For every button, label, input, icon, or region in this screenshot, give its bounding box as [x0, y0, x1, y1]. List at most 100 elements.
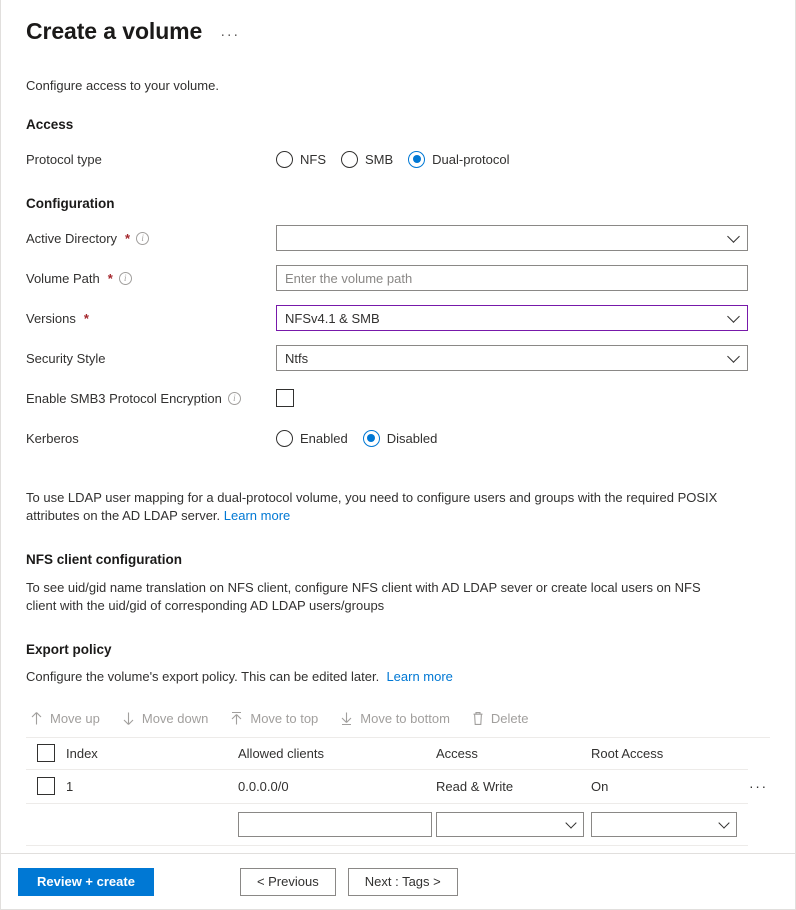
- protocol-type-radio-group: NFS SMB Dual-protocol: [276, 150, 510, 168]
- move-to-top-label: Move to top: [250, 710, 319, 726]
- versions-row: Versions * NFSv4.1 & SMB: [26, 305, 770, 331]
- arrow-down-icon: [122, 711, 135, 726]
- smb3-encryption-control: [276, 389, 770, 407]
- select-all-cell: [26, 744, 66, 762]
- page-title: Create a volume: [26, 18, 203, 44]
- arrow-to-bottom-icon: [340, 711, 353, 726]
- active-directory-label: Active Directory * i: [26, 231, 276, 246]
- versions-label: Versions *: [26, 311, 276, 326]
- column-header-root-access: Root Access: [591, 745, 664, 761]
- protocol-type-label-text: Protocol type: [26, 151, 102, 167]
- radio-mark-icon: [341, 150, 358, 168]
- radio-kerberos-enabled-label: Enabled: [300, 430, 348, 446]
- smb3-encryption-label-text: Enable SMB3 Protocol Encryption: [26, 390, 222, 406]
- column-header-allowed-clients: Allowed clients: [238, 745, 324, 761]
- configuration-section-title: Configuration: [26, 196, 115, 211]
- kerberos-label: Kerberos: [26, 431, 276, 446]
- cell-root-access: On: [591, 778, 609, 794]
- table-row[interactable]: 1 0.0.0.0/0 Read & Write On ···: [26, 770, 766, 804]
- export-policy-description: Configure the volume's export policy. Th…: [26, 668, 726, 686]
- info-icon[interactable]: i: [136, 231, 150, 245]
- security-style-value: Ntfs: [285, 350, 309, 366]
- kerberos-row: Kerberos Enabled Disabled: [26, 425, 770, 451]
- volume-path-placeholder: Enter the volume path: [285, 270, 413, 286]
- column-header-access: Access: [436, 745, 478, 761]
- required-asterisk: *: [125, 230, 131, 246]
- radio-protocol-nfs[interactable]: NFS: [276, 150, 326, 168]
- new-access-select[interactable]: [436, 811, 584, 837]
- radio-protocol-smb-label: SMB: [365, 151, 394, 167]
- blade-footer: Review + create < Previous Next : Tags >: [1, 853, 795, 909]
- cell-allowed-clients: 0.0.0.0/0: [238, 778, 289, 794]
- smb3-encryption-checkbox[interactable]: [276, 389, 294, 407]
- create-volume-blade: Create a volume ··· Configure access to …: [0, 0, 796, 910]
- delete-button[interactable]: Delete: [468, 707, 539, 730]
- new-root-access-select[interactable]: [591, 811, 737, 837]
- radio-kerberos-disabled[interactable]: Disabled: [362, 429, 437, 447]
- radio-kerberos-enabled[interactable]: Enabled: [276, 429, 348, 447]
- smb3-encryption-label: Enable SMB3 Protocol Encryption i: [26, 391, 276, 406]
- ldap-learn-more-link[interactable]: Learn more: [224, 508, 290, 523]
- table-header-row: Index Allowed clients Access Root Access: [26, 738, 748, 770]
- delete-label: Delete: [490, 710, 529, 726]
- required-asterisk: *: [107, 270, 113, 286]
- move-up-label: Move up: [50, 710, 100, 726]
- radio-mark-selected-icon: [362, 429, 380, 447]
- nfs-client-heading: NFS client configuration: [26, 552, 183, 567]
- security-style-label: Security Style: [26, 351, 276, 366]
- export-policy-table: Index Allowed clients Access Root Access…: [26, 738, 766, 846]
- blade-header: Create a volume ···: [1, 0, 795, 48]
- kerberos-control: Enabled Disabled: [276, 429, 770, 447]
- move-down-button[interactable]: Move down: [118, 707, 218, 730]
- versions-value: NFSv4.1 & SMB: [285, 310, 380, 326]
- more-options-icon[interactable]: ···: [218, 25, 242, 48]
- chevron-down-icon: [718, 817, 730, 829]
- versions-select[interactable]: NFSv4.1 & SMB: [276, 305, 748, 331]
- protocol-type-label: Protocol type: [26, 152, 276, 167]
- volume-path-label-text: Volume Path: [26, 270, 100, 286]
- move-to-bottom-button[interactable]: Move to bottom: [336, 707, 460, 730]
- active-directory-label-text: Active Directory: [26, 230, 118, 246]
- intro-text: Configure access to your volume.: [26, 78, 219, 93]
- blade-content: Configure access to your volume. Access …: [1, 48, 795, 853]
- move-down-label: Move down: [141, 710, 209, 726]
- row-select-checkbox[interactable]: [37, 777, 55, 795]
- security-style-select[interactable]: Ntfs: [276, 345, 748, 371]
- move-to-bottom-label: Move to bottom: [360, 710, 450, 726]
- protocol-type-row: Protocol type NFS SMB Dual-protocol: [26, 146, 770, 172]
- table-new-row: [26, 804, 748, 846]
- export-policy-toolbar: Move up Move down Move to top Move to bo…: [26, 704, 770, 738]
- info-icon[interactable]: i: [227, 391, 241, 405]
- radio-mark-selected-icon: [408, 150, 426, 168]
- info-icon[interactable]: i: [118, 271, 132, 285]
- row-select-cell: [26, 777, 66, 795]
- radio-protocol-dual-label: Dual-protocol: [432, 151, 510, 167]
- move-to-top-button[interactable]: Move to top: [226, 707, 328, 730]
- required-asterisk: *: [83, 310, 89, 326]
- ldap-note: To use LDAP user mapping for a dual-prot…: [26, 489, 726, 524]
- active-directory-row: Active Directory * i: [26, 225, 770, 251]
- review-create-button[interactable]: Review + create: [18, 867, 154, 896]
- new-row-root-access-cell: [591, 811, 739, 837]
- volume-path-input[interactable]: Enter the volume path: [276, 265, 748, 291]
- volume-path-control: Enter the volume path: [276, 265, 770, 291]
- radio-protocol-dual[interactable]: Dual-protocol: [408, 150, 510, 168]
- security-style-row: Security Style Ntfs: [26, 345, 770, 371]
- trash-icon: [472, 711, 484, 726]
- export-policy-description-text: Configure the volume's export policy. Th…: [26, 669, 380, 684]
- previous-button[interactable]: < Previous: [239, 867, 336, 896]
- radio-protocol-smb[interactable]: SMB: [341, 150, 394, 168]
- new-allowed-clients-input[interactable]: [238, 811, 432, 837]
- row-actions-cell: ···: [739, 779, 768, 793]
- kerberos-label-text: Kerberos: [26, 430, 79, 446]
- export-policy-learn-more-link[interactable]: Learn more: [386, 669, 452, 684]
- row-more-options-icon[interactable]: ···: [749, 779, 768, 793]
- smb3-encryption-row: Enable SMB3 Protocol Encryption i: [26, 385, 770, 411]
- move-up-button[interactable]: Move up: [26, 707, 110, 730]
- next-tags-button[interactable]: Next : Tags >: [347, 867, 458, 896]
- select-all-checkbox[interactable]: [37, 744, 55, 762]
- active-directory-select[interactable]: [276, 225, 748, 251]
- new-row-allowed-clients-cell: [238, 811, 436, 837]
- protocol-type-control: NFS SMB Dual-protocol: [276, 150, 770, 168]
- security-style-control: Ntfs: [276, 345, 770, 371]
